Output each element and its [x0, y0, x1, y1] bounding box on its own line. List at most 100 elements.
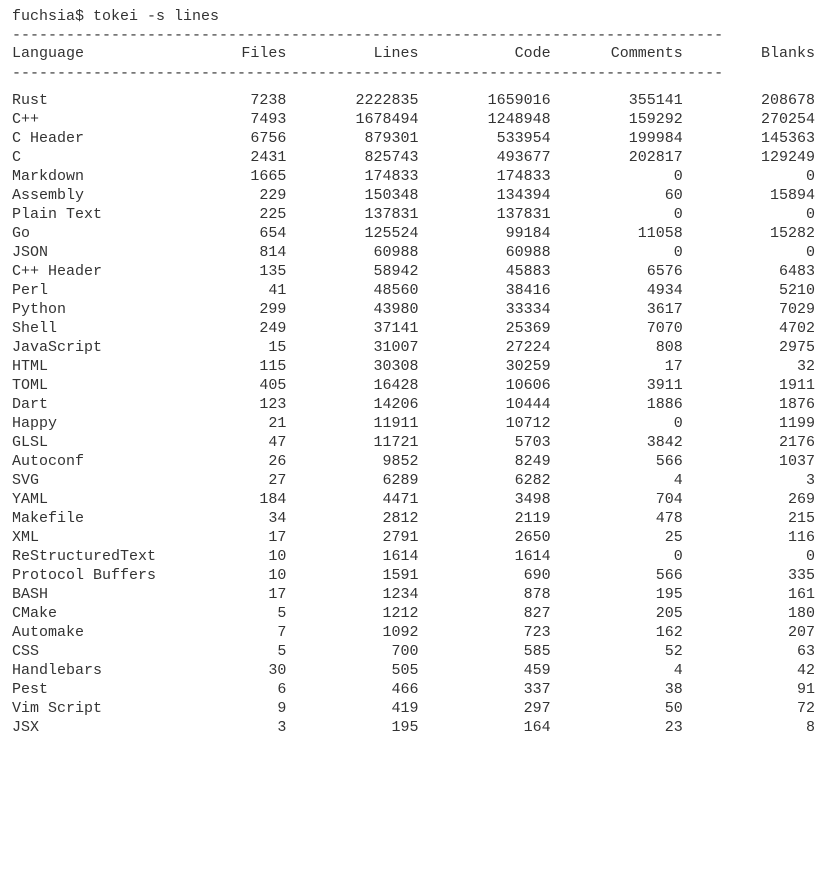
- cell-files: 1665: [195, 167, 286, 186]
- cell-comments: 478: [551, 509, 683, 528]
- cell-language: Shell: [12, 319, 195, 338]
- cell-code: 99184: [419, 224, 551, 243]
- cell-comments: 199984: [551, 129, 683, 148]
- cell-lines: 505: [286, 661, 418, 680]
- cell-lines: 1092: [286, 623, 418, 642]
- table-row: JavaScript1531007272248082975: [12, 338, 815, 357]
- cell-language: Plain Text: [12, 205, 195, 224]
- cell-comments: 808: [551, 338, 683, 357]
- cell-files: 123: [195, 395, 286, 414]
- cell-language: Protocol Buffers: [12, 566, 195, 585]
- cell-blanks: 3: [683, 471, 815, 490]
- cell-files: 9: [195, 699, 286, 718]
- table-row: Markdown166517483317483300: [12, 167, 815, 186]
- cell-language: C++: [12, 110, 195, 129]
- cell-comments: 50: [551, 699, 683, 718]
- cell-comments: 60: [551, 186, 683, 205]
- cell-comments: 202817: [551, 148, 683, 167]
- cell-code: 297: [419, 699, 551, 718]
- cell-code: 164: [419, 718, 551, 737]
- cell-blanks: 15282: [683, 224, 815, 243]
- table-row: C++ Header135589424588365766483: [12, 262, 815, 281]
- cell-comments: 3842: [551, 433, 683, 452]
- prompt-host: fuchsia$: [12, 8, 84, 25]
- cell-files: 7: [195, 623, 286, 642]
- cell-blanks: 72: [683, 699, 815, 718]
- cell-lines: 9852: [286, 452, 418, 471]
- cell-code: 878: [419, 585, 551, 604]
- cell-language: Markdown: [12, 167, 195, 186]
- table-row: C Header6756879301533954199984145363: [12, 129, 815, 148]
- cell-comments: 3911: [551, 376, 683, 395]
- cell-language: BASH: [12, 585, 195, 604]
- cell-language: JavaScript: [12, 338, 195, 357]
- header-lines: Lines: [286, 44, 418, 64]
- cell-files: 34: [195, 509, 286, 528]
- cell-code: 10712: [419, 414, 551, 433]
- cell-files: 26: [195, 452, 286, 471]
- cell-files: 21: [195, 414, 286, 433]
- spacer-row: [12, 83, 815, 91]
- cell-code: 134394: [419, 186, 551, 205]
- cell-blanks: 215: [683, 509, 815, 528]
- cell-comments: 7070: [551, 319, 683, 338]
- cell-code: 2650: [419, 528, 551, 547]
- cell-lines: 700: [286, 642, 418, 661]
- header-code: Code: [419, 44, 551, 64]
- table-row: Perl41485603841649345210: [12, 281, 815, 300]
- table-row: Dart123142061044418861876: [12, 395, 815, 414]
- cell-blanks: 180: [683, 604, 815, 623]
- cell-blanks: 2176: [683, 433, 815, 452]
- table-row: Handlebars30505459442: [12, 661, 815, 680]
- table-row: Assembly2291503481343946015894: [12, 186, 815, 205]
- cell-code: 585: [419, 642, 551, 661]
- cell-blanks: 269: [683, 490, 815, 509]
- cell-language: Vim Script: [12, 699, 195, 718]
- cell-lines: 37141: [286, 319, 418, 338]
- cell-comments: 0: [551, 414, 683, 433]
- cell-files: 229: [195, 186, 286, 205]
- table-row: GLSL4711721570338422176: [12, 433, 815, 452]
- cell-code: 2119: [419, 509, 551, 528]
- cell-lines: 1591: [286, 566, 418, 585]
- divider-header: ----------------------------------------…: [12, 64, 815, 83]
- cell-lines: 58942: [286, 262, 418, 281]
- cell-code: 33334: [419, 300, 551, 319]
- cell-files: 814: [195, 243, 286, 262]
- cell-blanks: 207: [683, 623, 815, 642]
- cell-files: 27: [195, 471, 286, 490]
- cell-code: 30259: [419, 357, 551, 376]
- cell-language: JSON: [12, 243, 195, 262]
- cell-blanks: 1199: [683, 414, 815, 433]
- cell-lines: 30308: [286, 357, 418, 376]
- cell-language: Autoconf: [12, 452, 195, 471]
- cell-comments: 4: [551, 471, 683, 490]
- table-row: Happy21119111071201199: [12, 414, 815, 433]
- cell-lines: 150348: [286, 186, 418, 205]
- cell-lines: 31007: [286, 338, 418, 357]
- cell-blanks: 0: [683, 547, 815, 566]
- cell-files: 299: [195, 300, 286, 319]
- cell-files: 6756: [195, 129, 286, 148]
- cell-lines: 11721: [286, 433, 418, 452]
- cell-files: 2431: [195, 148, 286, 167]
- cell-lines: 825743: [286, 148, 418, 167]
- table-row: YAML18444713498704269: [12, 490, 815, 509]
- cell-code: 3498: [419, 490, 551, 509]
- table-row: Pest64663373891: [12, 680, 815, 699]
- cell-lines: 1212: [286, 604, 418, 623]
- cell-comments: 0: [551, 167, 683, 186]
- cell-language: Rust: [12, 91, 195, 110]
- cell-lines: 879301: [286, 129, 418, 148]
- cell-blanks: 91: [683, 680, 815, 699]
- cell-comments: 3617: [551, 300, 683, 319]
- header-comments: Comments: [551, 44, 683, 64]
- cell-blanks: 0: [683, 243, 815, 262]
- cell-code: 493677: [419, 148, 551, 167]
- cell-language: C++ Header: [12, 262, 195, 281]
- cell-files: 10: [195, 547, 286, 566]
- cell-files: 10: [195, 566, 286, 585]
- cell-lines: 43980: [286, 300, 418, 319]
- cell-lines: 11911: [286, 414, 418, 433]
- table-row: Go654125524991841105815282: [12, 224, 815, 243]
